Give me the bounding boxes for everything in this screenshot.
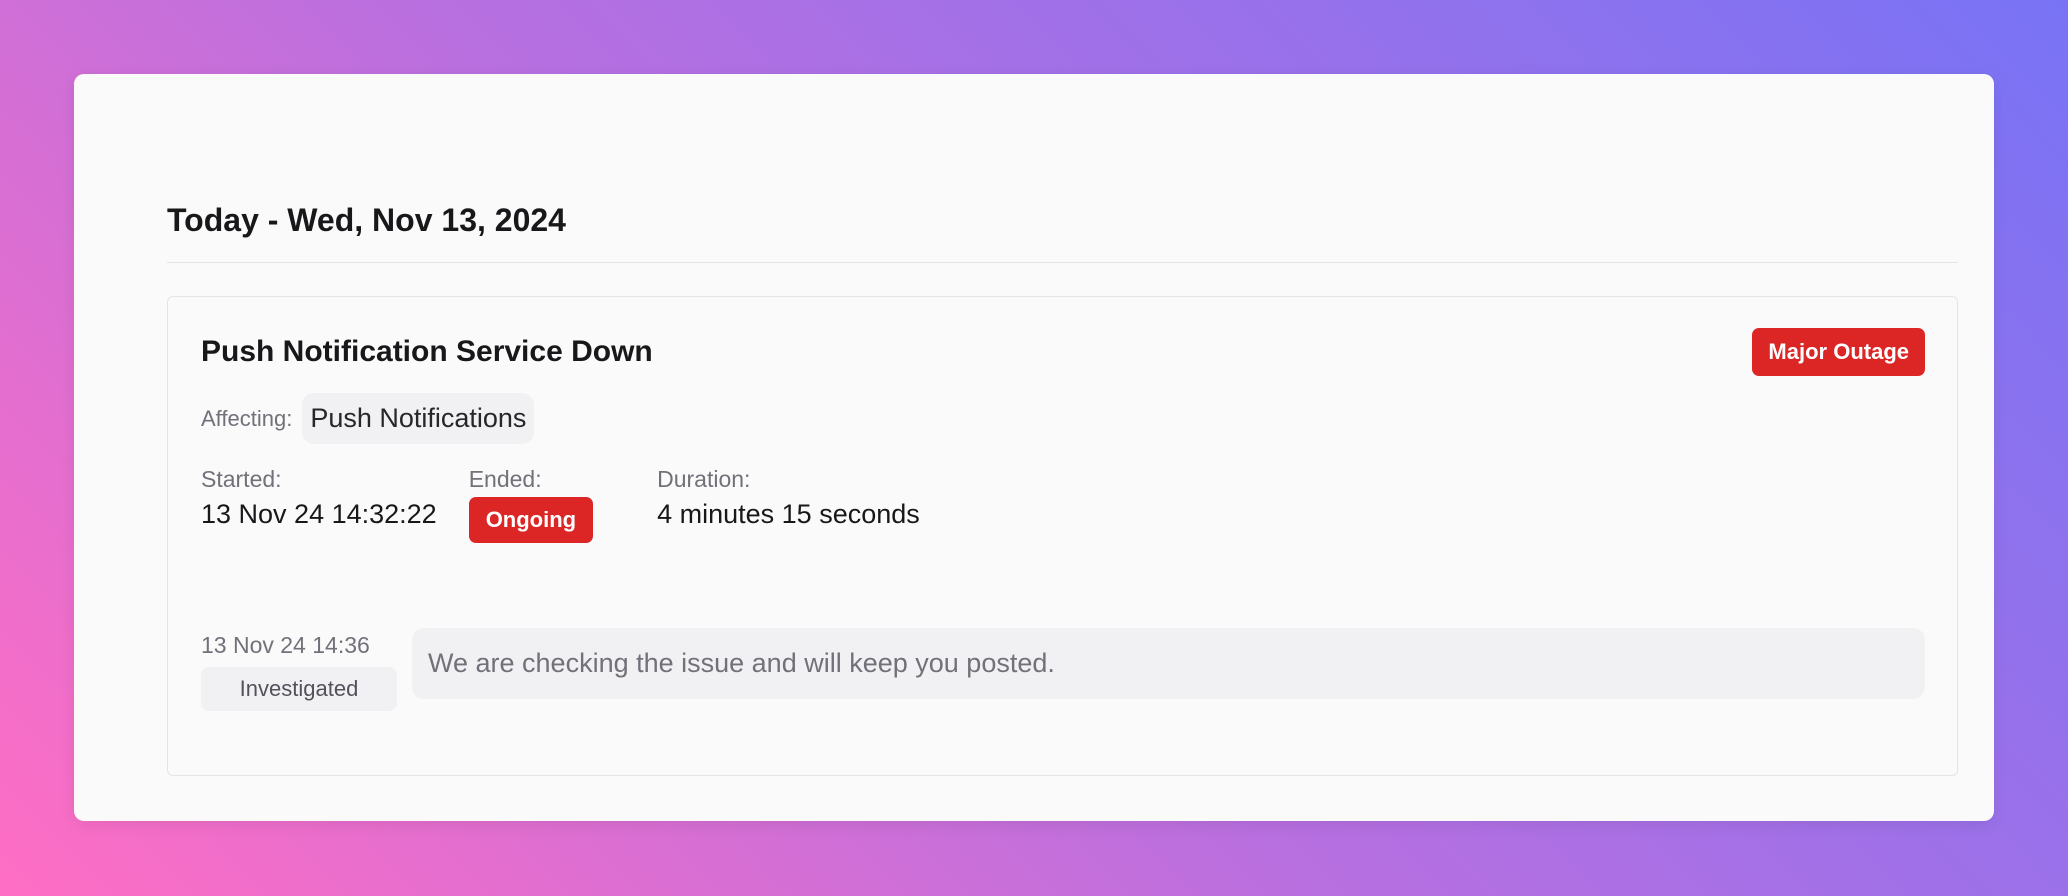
update-timestamp: 13 Nov 24 14:36 xyxy=(201,632,370,658)
ended-label: Ended: xyxy=(468,466,542,492)
started-value: 13 Nov 24 14:32:22 xyxy=(201,499,437,529)
status-page-panel: Today - Wed, Nov 13, 2024 Push Notificat… xyxy=(74,74,1994,821)
incident-update: 13 Nov 24 14:36 Investigated We are chec… xyxy=(201,628,1925,711)
severity-badge: Major Outage xyxy=(1752,328,1925,376)
duration-value: 4 minutes 15 seconds xyxy=(657,499,920,529)
incident-card: Push Notification Service Down Major Out… xyxy=(167,296,1958,776)
ongoing-badge: Ongoing xyxy=(468,497,594,543)
duration-label: Duration: xyxy=(657,466,751,492)
component-chip: Push Notifications xyxy=(302,393,535,444)
started-label: Started: xyxy=(201,466,282,492)
started-field: Started: 13 Nov 24 14:32:22 xyxy=(201,465,437,543)
update-meta: 13 Nov 24 14:36 Investigated xyxy=(201,628,397,711)
day-heading: Today - Wed, Nov 13, 2024 xyxy=(167,202,566,238)
incident-title: Push Notification Service Down xyxy=(201,335,653,368)
day-divider xyxy=(167,262,1958,263)
affecting-label: Affecting: xyxy=(201,405,293,431)
ended-field: Ended: Ongoing xyxy=(468,465,594,543)
incident-meta: Started: 13 Nov 24 14:32:22 Ended: Ongoi… xyxy=(201,465,952,543)
update-message: We are checking the issue and will keep … xyxy=(412,628,1925,699)
affecting-row: Affecting: Push Notifications xyxy=(201,393,535,444)
duration-field: Duration: 4 minutes 15 seconds xyxy=(657,465,920,543)
update-status-badge: Investigated xyxy=(201,667,397,711)
